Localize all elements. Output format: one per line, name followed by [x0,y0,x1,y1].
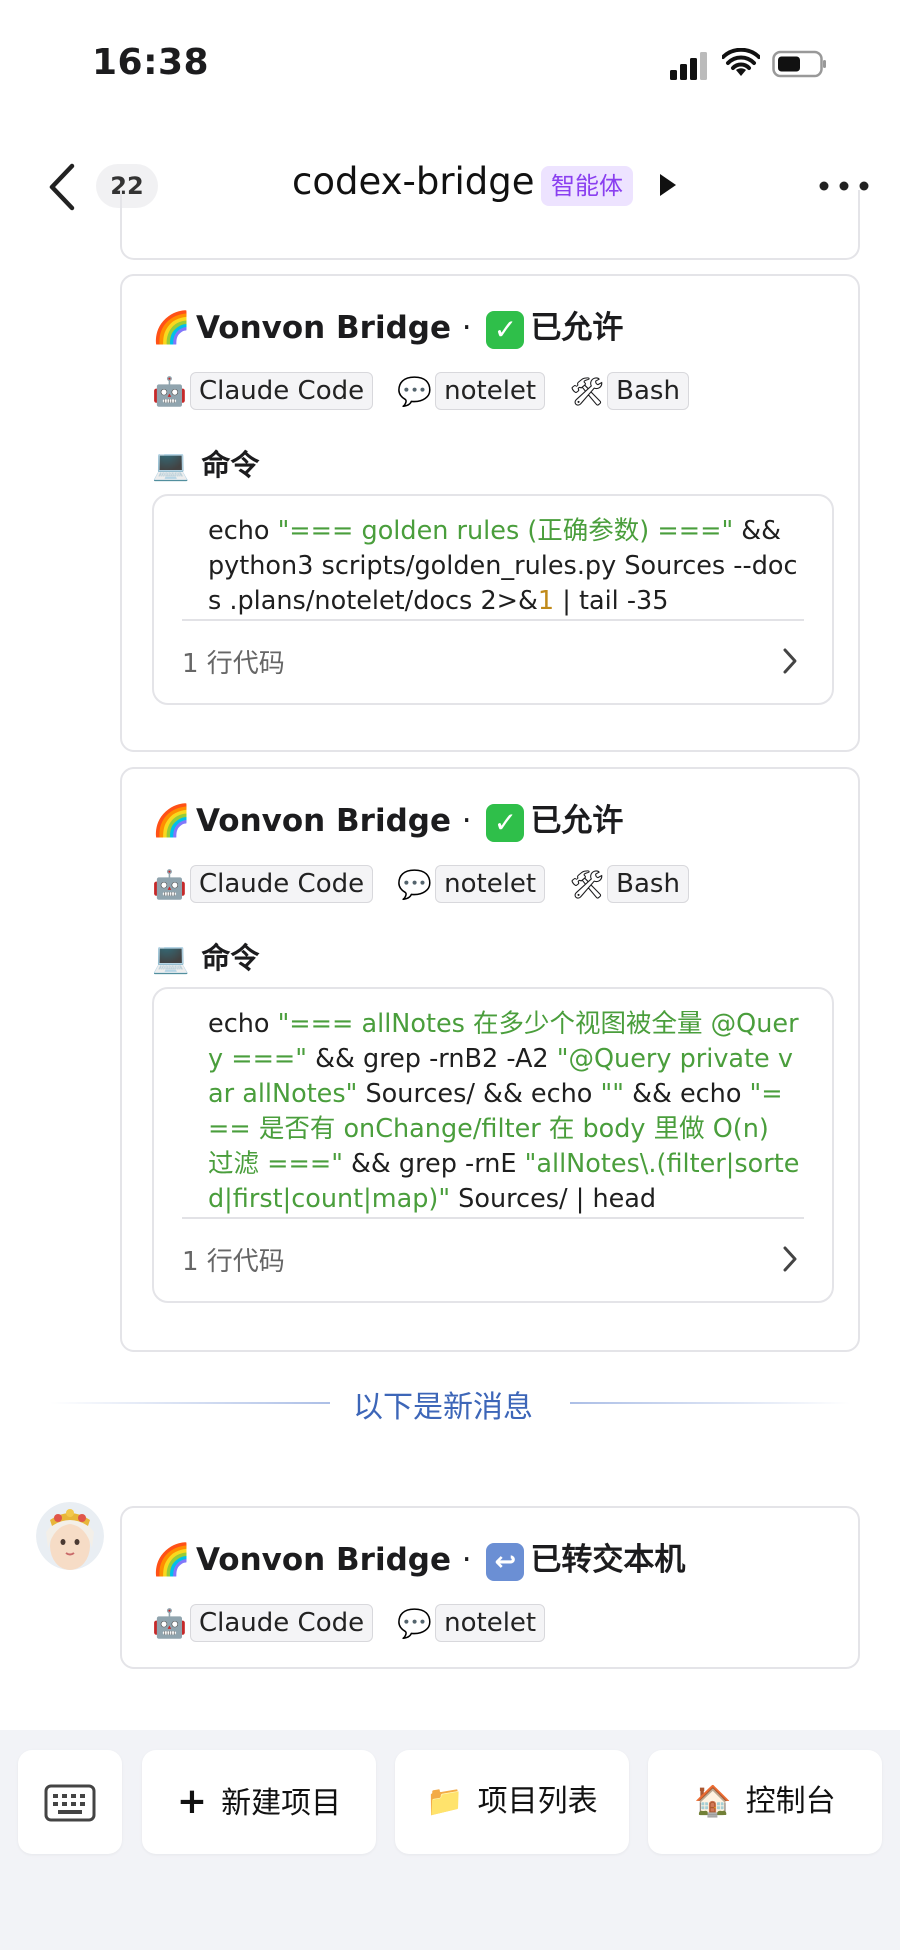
plus-icon: + [176,1781,208,1822]
code-block[interactable]: echo "=== golden rules (正确参数) ===" && py… [152,494,834,705]
sender-name: Vonvon Bridge [196,803,451,839]
keyboard-icon [44,1784,96,1821]
tag-claude-code: Claude Code [190,865,374,903]
tag-claude-code: Claude Code [190,1604,374,1642]
rainbow-icon: 🌈 [152,1542,191,1578]
laptop-icon: 💻 [152,941,190,976]
tag-row: 🤖 Claude Code 💬 notelet 🛠 Bash [152,372,713,412]
divider-text: 以下是新消息 [353,1390,533,1425]
code-block[interactable]: echo "=== allNotes 在多少个视图被全量 @Query ==="… [152,987,834,1303]
command-label-text: 命令 [201,941,260,975]
message-card: 🌈 Vonvon Bridge · ✓ 已允许 🤖 Claude Code 💬 notel… [120,767,860,1352]
code-plain: && grep -rnB2 -A2 [307,1044,557,1074]
rainbow-icon: 🌈 [152,803,191,839]
code-string: "" [600,1079,624,1109]
code-plain: echo [208,516,278,546]
check-icon: ✓ [486,803,525,842]
rainbow-icon: 🌈 [152,310,191,346]
header-separator: · [461,310,472,346]
robot-icon: 🤖 [152,867,187,901]
command-label-text: 命令 [201,448,260,482]
house-icon: 🏠 [694,1784,732,1819]
back-chevron-icon[interactable] [44,160,80,214]
divider-line-right [570,1402,850,1404]
wifi-icon [722,48,760,76]
keyboard-button[interactable] [18,1750,122,1854]
status-text: 已允许 [530,803,624,839]
status-text: 已允许 [530,310,624,346]
message-card: 🌈 Vonvon Bridge · ↩ 已转交本机 🤖 Claude Code 💬 not… [120,1506,860,1669]
line-count: 1 行代码 [182,649,285,679]
tag-project: notelet [435,1604,546,1642]
previous-card-edge [120,190,860,260]
avatar[interactable] [36,1502,104,1570]
line-count: 1 行代码 [182,1247,285,1277]
cellular-signal-icon [670,52,707,80]
console-label: 控制台 [745,1784,836,1819]
tag-tool: Bash [607,372,689,410]
return-arrow-icon: ↩ [486,1542,525,1581]
code-plain: | tail -35 [554,586,669,616]
code-plain: Sources/ && echo [357,1079,601,1109]
new-project-button[interactable]: + 新建项目 [142,1750,376,1854]
check-icon: ✓ [486,310,525,349]
divider-line-left [50,1402,330,1404]
laptop-icon: 💻 [152,448,190,483]
project-list-button[interactable]: 📁 项目列表 [395,1750,629,1854]
header-separator: · [461,1542,472,1578]
code-plain: Sources/ | head [450,1184,657,1214]
command-label: 💻 命令 [152,442,259,484]
tag-project: notelet [435,372,546,410]
speech-bubble-icon: 💬 [397,867,432,901]
new-messages-divider: 以下是新消息 [50,1380,850,1425]
tag-row: 🤖 Claude Code 💬 notelet [152,1604,569,1644]
chevron-right-icon[interactable] [782,1245,798,1273]
sender-name: Vonvon Bridge [196,310,451,346]
message-header: 🌈 Vonvon Bridge · ✓ 已允许 [152,795,623,842]
new-project-label: 新建项目 [221,1786,342,1821]
code-number: 1 [537,586,555,616]
code-plain: echo [208,1009,278,1039]
tag-tool: Bash [607,865,689,903]
message-header: 🌈 Vonvon Bridge · ↩ 已转交本机 [152,1534,685,1581]
speech-bubble-icon: 💬 [397,1606,432,1640]
header-separator: · [461,803,472,839]
code-footer[interactable]: 1 行代码 [182,619,804,703]
tools-icon: 🛠 [569,867,605,901]
tools-icon: 🛠 [569,374,605,408]
code-text: echo "=== golden rules (正确参数) ===" && py… [208,514,802,619]
battery-icon [772,50,826,78]
tag-row: 🤖 Claude Code 💬 notelet 🛠 Bash [152,865,713,905]
code-plain: && echo [623,1079,750,1109]
folder-icon: 📁 [426,1784,464,1819]
robot-icon: 🤖 [152,1606,187,1640]
command-label: 💻 命令 [152,935,259,977]
robot-icon: 🤖 [152,374,187,408]
message-card: 🌈 Vonvon Bridge · ✓ 已允许 🤖 Claude Code 💬 notel… [120,274,860,752]
code-plain: && grep -rnE [342,1149,525,1179]
code-string: "=== golden rules (正确参数) ===" [277,516,734,546]
code-text: echo "=== allNotes 在多少个视图被全量 @Query ==="… [208,1007,802,1217]
code-footer[interactable]: 1 行代码 [182,1217,804,1301]
console-button[interactable]: 🏠 控制台 [648,1750,882,1854]
bottom-toolbar: + 新建项目 📁 项目列表 🏠 控制台 [0,1730,900,1950]
tag-claude-code: Claude Code [190,372,374,410]
chevron-right-icon[interactable] [782,647,798,675]
sender-name: Vonvon Bridge [196,1542,451,1578]
status-bar: 16:38 [0,0,900,120]
project-list-label: 项目列表 [477,1784,598,1819]
speech-bubble-icon: 💬 [397,374,432,408]
status-time: 16:38 [92,42,210,83]
tag-project: notelet [435,865,546,903]
message-header: 🌈 Vonvon Bridge · ✓ 已允许 [152,302,623,349]
status-text: 已转交本机 [530,1542,686,1578]
